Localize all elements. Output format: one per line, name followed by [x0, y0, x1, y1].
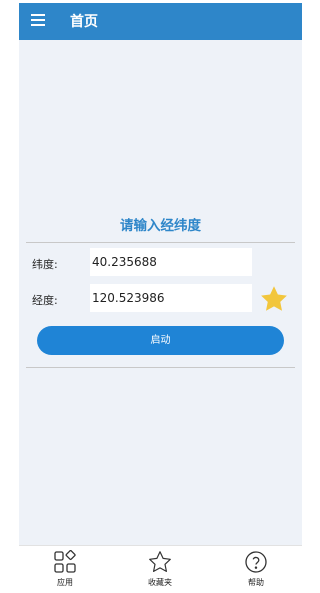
app-bar: 首页 [19, 3, 302, 40]
hamburger-menu-icon[interactable] [31, 14, 46, 29]
latitude-label: 纬度: [32, 258, 58, 271]
apps-grid-icon [54, 550, 76, 573]
top-divider [26, 242, 295, 243]
nav-label-help: 帮助 [248, 578, 264, 587]
longitude-label: 经度: [32, 294, 58, 307]
nav-label-apps: 应用 [57, 578, 73, 587]
longitude-input[interactable] [90, 284, 252, 312]
bottom-navigation: 应用 收藏夹 帮助 [19, 545, 302, 591]
coordinate-prompt: 请输入经纬度 [120, 218, 201, 234]
star-outline-icon [149, 551, 171, 572]
nav-label-favorites: 收藏夹 [148, 578, 172, 587]
nav-item-favorites[interactable]: 收藏夹 [130, 546, 190, 591]
bottom-divider [26, 367, 295, 368]
latitude-input[interactable] [90, 248, 252, 276]
nav-item-apps[interactable]: 应用 [35, 546, 95, 591]
favorite-button[interactable] [259, 284, 289, 314]
app-screen: 首页 请输入经纬度 纬度: 经度: 启动 应用 收藏夹 [19, 3, 302, 591]
nav-item-help[interactable]: 帮助 [226, 546, 286, 591]
start-button[interactable]: 启动 [37, 326, 284, 355]
page-title: 首页 [70, 14, 98, 30]
star-icon [261, 286, 287, 311]
help-circle-icon [245, 551, 267, 573]
